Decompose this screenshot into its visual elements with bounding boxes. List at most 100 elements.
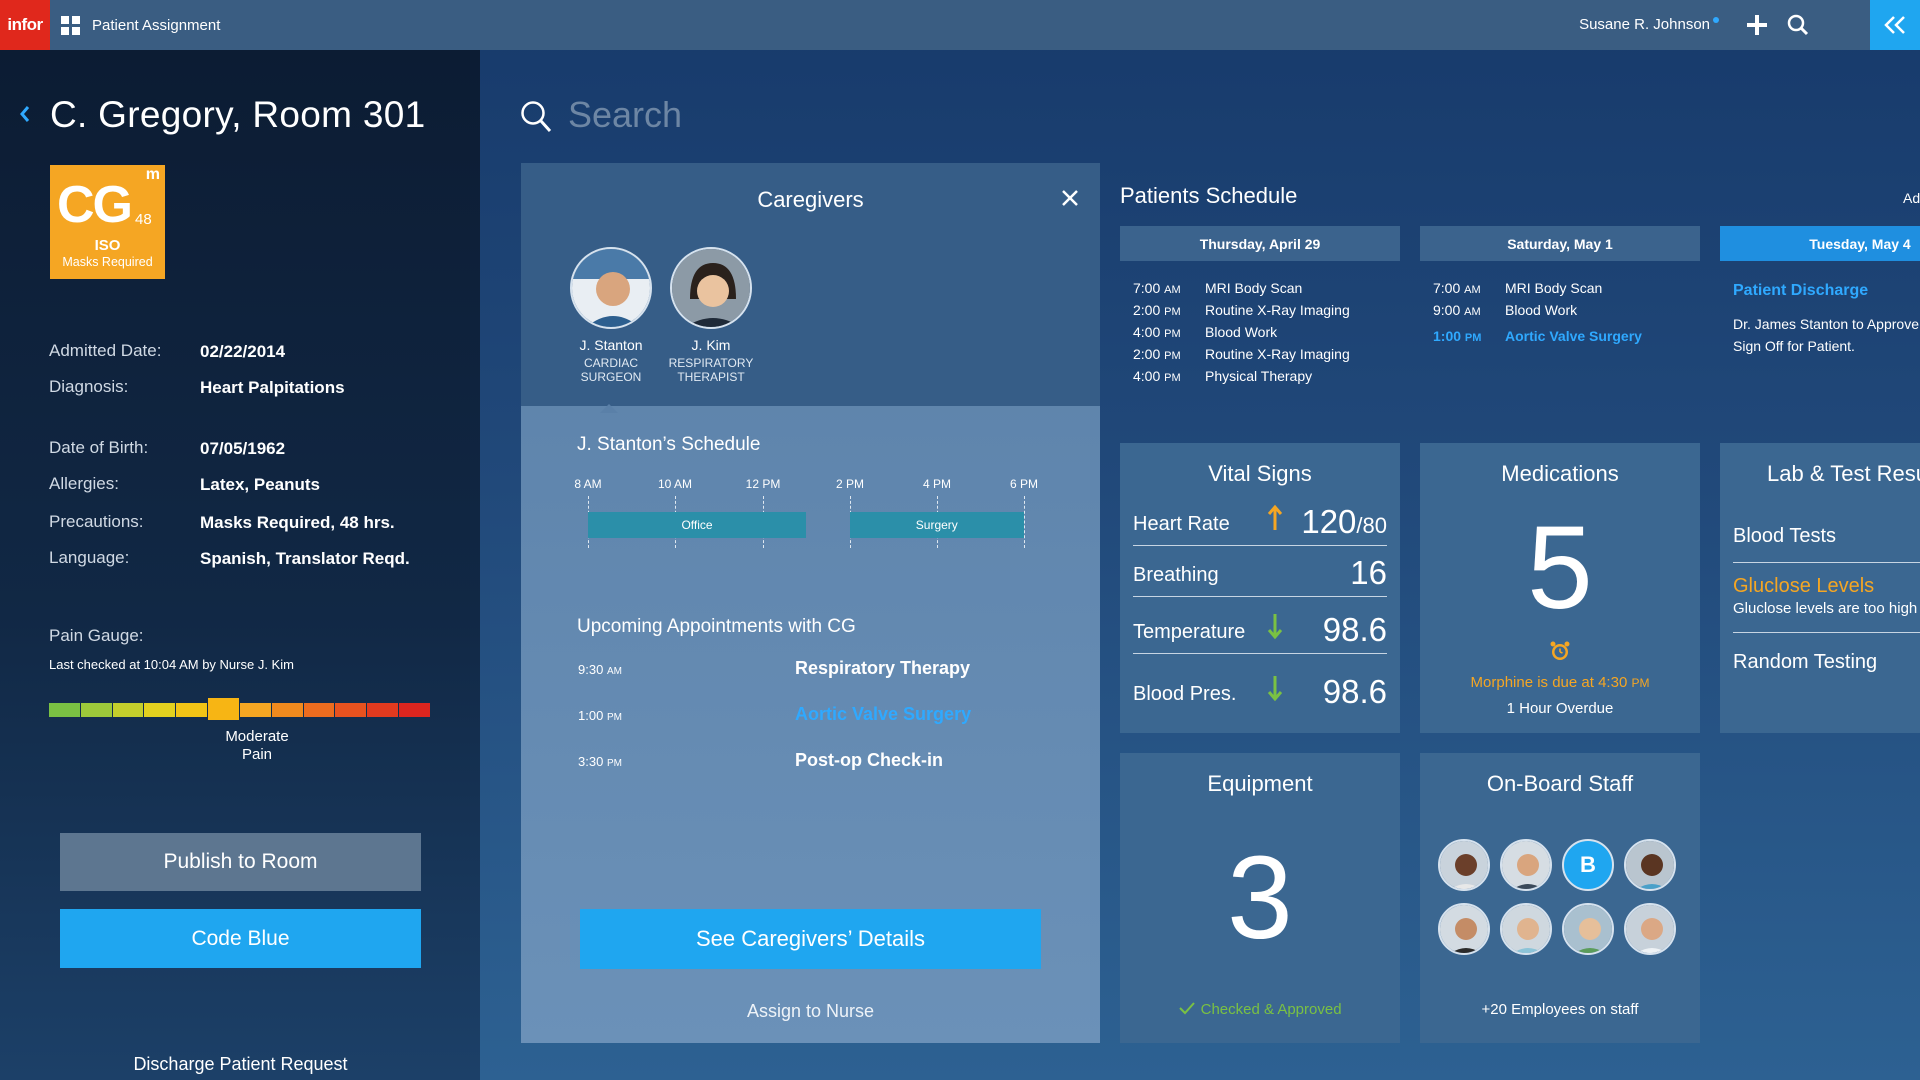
pain-gauge-segment[interactable]	[239, 703, 271, 717]
arrow-down-icon	[1267, 674, 1283, 707]
schedule-item-name: Routine X-Ray Imaging	[1205, 346, 1350, 362]
publish-to-room-button[interactable]: Publish to Room	[60, 833, 421, 891]
medication-due-prefix: Morphine is due at 4:30	[1470, 674, 1628, 691]
collapse-panel-button[interactable]	[1870, 0, 1920, 50]
lab-item[interactable]: Blood Tests	[1733, 525, 1920, 548]
pain-gauge-segment[interactable]	[271, 703, 303, 717]
close-icon[interactable]	[1061, 189, 1079, 212]
divider	[1733, 562, 1920, 563]
avatar	[670, 247, 752, 329]
pain-gauge-segment[interactable]	[367, 703, 399, 717]
schedule-item-highlighted[interactable]: 1:00 PM Aortic Valve Surgery	[1420, 328, 1700, 350]
schedule-time: 7:00	[1433, 280, 1461, 296]
schedule-item[interactable]: 4:00 PM Blood Work	[1120, 324, 1400, 346]
schedule-time: 9:00	[1433, 302, 1461, 318]
notification-dot	[1713, 17, 1719, 23]
lab-results-card[interactable]: Lab & Test Results Blood Tests Gluclose …	[1720, 443, 1920, 733]
schedule-item[interactable]: 7:00 AM MRI Body Scan	[1420, 280, 1700, 302]
search-icon[interactable]	[1780, 0, 1816, 50]
pain-gauge-segment[interactable]	[303, 703, 335, 717]
appointments-title: Upcoming Appointments with CG	[577, 616, 856, 637]
event-title[interactable]: Patient Discharge	[1733, 282, 1868, 300]
user-name[interactable]: Susane R. Johnson	[1579, 16, 1710, 33]
staff-avatar[interactable]	[1624, 839, 1676, 891]
appointment-name[interactable]: Respiratory Therapy	[795, 658, 970, 679]
allergies-label: Allergies:	[49, 474, 119, 493]
pain-gauge-segment[interactable]	[80, 703, 112, 717]
schedule-item[interactable]: 2:00 PM Routine X-Ray Imaging	[1120, 302, 1400, 324]
pain-checked-text: Last checked at 10:04 AM by Nurse J. Kim	[49, 657, 294, 672]
equipment-card[interactable]: Equipment 3 Checked & Approved	[1120, 753, 1400, 1043]
add-link-truncated[interactable]: Ad	[1903, 190, 1920, 206]
infor-logo[interactable]: infor	[0, 0, 50, 50]
lab-item[interactable]: Random Testing	[1733, 651, 1920, 674]
assign-to-nurse-link[interactable]: Assign to Nurse	[521, 1001, 1100, 1022]
appointment-name[interactable]: Post-op Check-in	[795, 750, 943, 771]
staff-avatar[interactable]	[1438, 839, 1490, 891]
caregiver-kim[interactable]: J. Kim RESPIRATORY THERAPIST	[651, 247, 771, 384]
schedule-item[interactable]: 2:00 PM Routine X-Ray Imaging	[1120, 346, 1400, 368]
schedule-ampm: PM	[1164, 350, 1181, 362]
app-grid-icon[interactable]	[61, 16, 81, 36]
schedule-day-header-active[interactable]: Tuesday, May 4	[1720, 226, 1920, 261]
vital-signs-card[interactable]: Vital Signs Heart Rate 120/80 Breathing …	[1120, 443, 1400, 733]
see-caregivers-details-button[interactable]: See Caregivers’ Details	[580, 909, 1041, 969]
badge-number: 48	[135, 211, 152, 228]
pain-gauge-segment[interactable]	[208, 698, 239, 720]
pain-gauge-segment[interactable]	[176, 703, 208, 717]
timeline-label: 8 AM	[574, 477, 602, 491]
dob-label: Date of Birth:	[49, 438, 149, 457]
medications-card[interactable]: Medications 5 Morphine is due at 4:30 PM…	[1420, 443, 1700, 733]
staff-avatar[interactable]	[1562, 903, 1614, 955]
staff-badge[interactable]: B	[1562, 839, 1614, 891]
pain-gauge-segment[interactable]	[144, 703, 176, 717]
pain-gauge-segment[interactable]	[112, 703, 144, 717]
schedule-item[interactable]: 4:00 PM Physical Therapy	[1120, 368, 1400, 390]
medication-overdue-text: 1 Hour Overdue	[1506, 700, 1614, 717]
schedule-ampm: AM	[1164, 284, 1181, 296]
lab-alert-desc: Gluclose levels are too high	[1733, 600, 1918, 617]
add-icon[interactable]	[1739, 0, 1775, 50]
pain-gauge-segment[interactable]	[49, 703, 80, 717]
vital-value: 120/80	[1301, 503, 1387, 541]
schedule-item-name: Routine X-Ray Imaging	[1205, 302, 1350, 318]
timeline-label: 4 PM	[922, 477, 951, 491]
timeline-block-surgery[interactable]: Surgery	[849, 512, 1024, 538]
on-board-staff-card[interactable]: On-Board Staff B +20 Employees on staff	[1420, 753, 1700, 1043]
timeline-label: 6 PM	[1009, 477, 1038, 491]
back-chevron-icon[interactable]	[18, 104, 32, 129]
appointment-time: 9:30 AM	[578, 662, 622, 677]
staff-avatar[interactable]	[1500, 839, 1552, 891]
search-input[interactable]	[568, 90, 1068, 140]
schedule-day-header[interactable]: Thursday, April 29	[1120, 226, 1400, 261]
lab-item-alert[interactable]: Gluclose Levels	[1733, 575, 1920, 598]
schedule-item[interactable]: 9:00 AM Blood Work	[1420, 302, 1700, 324]
timeline-label: 12 PM	[745, 477, 781, 491]
badge-iso: ISO	[94, 237, 121, 254]
vital-label: Blood Pres.	[1133, 683, 1237, 705]
staff-avatar[interactable]	[1438, 903, 1490, 955]
code-blue-button[interactable]: Code Blue	[60, 909, 421, 968]
caregiver-name: J. Kim	[691, 337, 731, 353]
staff-avatar[interactable]	[1500, 903, 1552, 955]
equipment-status: Checked & Approved	[1120, 1001, 1400, 1018]
pain-gauge-segment[interactable]	[399, 703, 430, 717]
app-title[interactable]: Patient Assignment	[92, 17, 220, 34]
pain-gauge-label: Pain Gauge:	[49, 626, 144, 645]
appointment-name-highlighted[interactable]: Aortic Valve Surgery	[795, 704, 971, 725]
appointment-time-value: 3:30	[578, 754, 604, 769]
discharge-request-link[interactable]: Discharge Patient Request	[60, 1054, 421, 1075]
timeline-block-office[interactable]: Office	[588, 512, 806, 538]
schedule-day-header[interactable]: Saturday, May 1	[1420, 226, 1700, 261]
dob-value: 07/05/1962	[200, 439, 286, 458]
pain-gauge[interactable]	[49, 698, 430, 720]
vital-row-blood-pressure: Blood Pres. 98.6	[1133, 659, 1387, 715]
event-desc-line-1: Dr. James Stanton to Approve	[1733, 316, 1919, 332]
vital-label: Breathing	[1133, 564, 1219, 586]
schedule-item[interactable]: 7:00 AM MRI Body Scan	[1120, 280, 1400, 302]
pain-gauge-segment[interactable]	[335, 703, 367, 717]
caregivers-title: Caregivers	[757, 187, 864, 212]
timeline-label: 2 PM	[835, 477, 864, 491]
schedule-time: 2:00	[1133, 302, 1161, 318]
staff-avatar[interactable]	[1624, 903, 1676, 955]
